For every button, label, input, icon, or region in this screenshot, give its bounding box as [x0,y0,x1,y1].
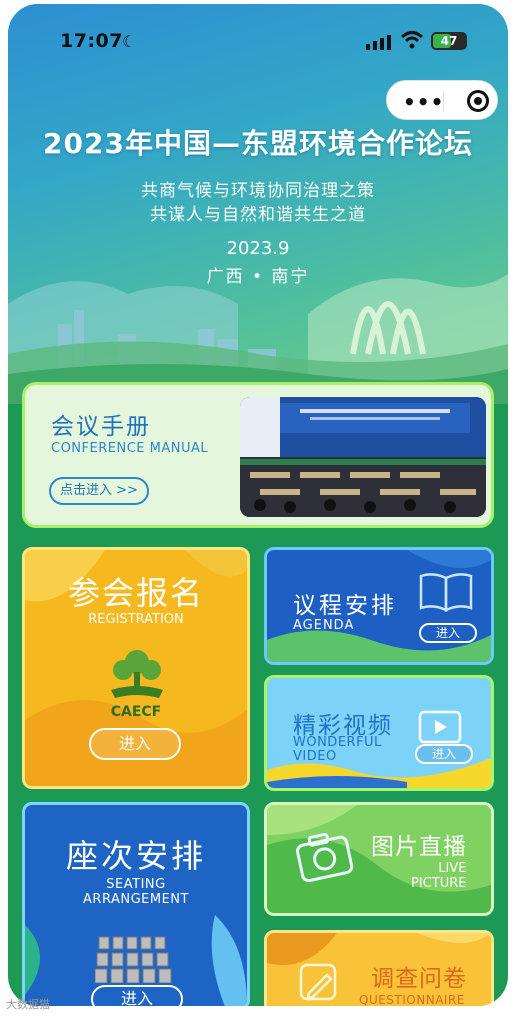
live-picture-subtitle-line-1: LIVE [438,861,467,876]
seating-enter-button[interactable]: 进入 [91,985,183,1006]
questionnaire-title: 调查问卷 [371,966,467,992]
forum-location: 广西 • 南宁 [206,267,310,287]
live-picture-card[interactable]: 图片直播 LIVE PICTURE [264,802,494,916]
hero-banner: 17:07 ☾ 47 ••• 2023年中国—东盟环境合作论坛 共商气候与环境协… [8,4,508,404]
agenda-enter-button[interactable]: 进入 [419,623,477,643]
auditorium-seats-icon [95,936,172,983]
questionnaire-subtitle: QUESTIONNAIRE [359,993,465,1006]
manual-enter-button[interactable]: 点击进入 >> [49,477,149,505]
seating-title: 座次安排 [65,837,206,875]
conference-photo [240,397,486,517]
pencil-survey-icon [299,963,337,1001]
forum-date: 2023.9 [226,238,290,259]
watermark: 大数据猫 [6,998,50,1011]
capsule-divider [443,91,444,111]
camera-icon [296,832,354,883]
video-subtitle-line-1: WONDERFUL [293,735,382,750]
registration-card[interactable]: 参会报名 REGISTRATION CAECF 进入 [22,547,250,789]
agenda-title: 议程安排 [293,593,397,619]
registration-title: 参会报名 [67,574,204,612]
caecf-logo-text: CAECF [110,704,162,720]
video-player-icon [418,710,462,744]
miniprogram-capsule: ••• [386,80,498,120]
seating-card[interactable]: 座次安排 SEATING ARRANGEMENT 进入 [22,802,250,1006]
more-menu-icon[interactable]: ••• [403,90,444,114]
seating-subtitle-line-2: ARRANGEMENT [83,892,189,907]
moon-icon: ☾ [122,32,137,51]
registration-enter-button[interactable]: 进入 [89,728,181,760]
wifi-icon [400,31,424,49]
live-picture-title: 图片直播 [371,834,467,860]
video-card[interactable]: 精彩视频 WONDERFUL VIDEO 进入 [264,675,494,791]
seating-subtitle-line-1: SEATING [106,877,166,892]
status-bar: 17:07 ☾ 47 [8,4,508,74]
video-enter-button[interactable]: 进入 [415,744,473,764]
open-book-icon [419,573,473,612]
phone-screen: 17:07 ☾ 47 ••• 2023年中国—东盟环境合作论坛 共商气候与环境协… [8,4,508,1006]
battery-level: 47 [440,34,458,48]
manual-subtitle: CONFERENCE MANUAL [51,441,209,456]
battery-indicator: 47 [431,32,467,50]
agenda-card[interactable]: 议程安排 AGENDA 进入 [264,547,494,665]
video-subtitle-line-2: VIDEO [293,749,337,764]
status-time: 17:07 [60,30,123,52]
hero-subtitle-line-2: 共谋人与自然和谐共生之道 [150,205,366,225]
live-picture-subtitle-line-2: PICTURE [411,876,467,891]
video-subtitle: WONDERFUL VIDEO [293,736,382,764]
live-picture-subtitle: LIVE PICTURE [411,861,466,891]
registration-subtitle: REGISTRATION [88,612,184,627]
close-target-icon[interactable] [467,90,489,112]
seating-subtitle: SEATING ARRANGEMENT [25,877,247,907]
caecf-logo-icon [111,650,163,698]
agenda-subtitle: AGENDA [293,618,355,633]
forum-title: 2023年中国—东盟环境合作论坛 [43,127,473,160]
hero-subtitle-line-1: 共商气候与环境协同治理之策 [141,181,375,201]
cellular-signal-icon [366,35,391,50]
conference-manual-card[interactable]: 会议手册 CONFERENCE MANUAL 点击进入 >> [22,382,494,528]
manual-title: 会议手册 [51,414,151,440]
questionnaire-card[interactable]: 调查问卷 QUESTIONNAIRE [264,930,494,1006]
